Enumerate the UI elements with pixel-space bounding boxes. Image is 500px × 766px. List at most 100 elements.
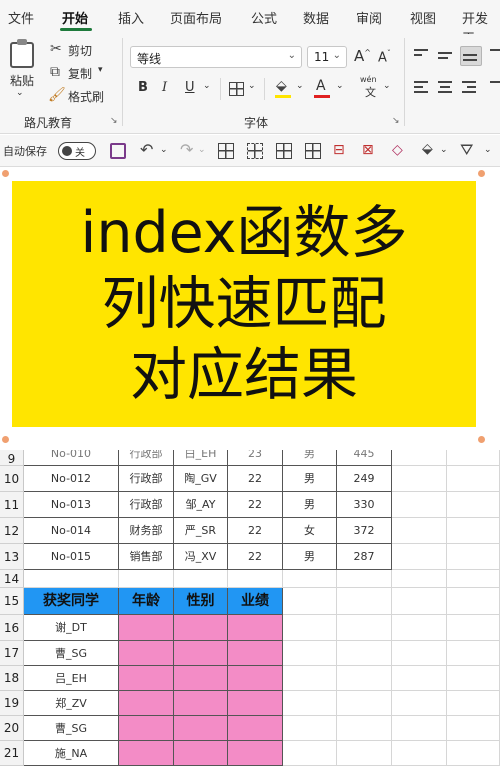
grid-cell[interactable]: [392, 544, 447, 570]
grid-cell[interactable]: 22: [228, 518, 283, 544]
delete-column-icon[interactable]: ⊠: [362, 143, 374, 157]
grid-cell[interactable]: [283, 716, 337, 741]
format-painter-button[interactable]: 格式刷: [68, 88, 104, 105]
award-name-cell[interactable]: 施_NA: [24, 741, 119, 766]
grid-cell[interactable]: [283, 641, 337, 666]
row-header[interactable]: 10: [0, 466, 24, 492]
redo-icon[interactable]: ↷: [180, 142, 193, 158]
bold-button[interactable]: B: [138, 80, 148, 95]
row-header[interactable]: 12: [0, 518, 24, 544]
font-launcher-icon[interactable]: ↘: [392, 116, 400, 126]
tab-data[interactable]: 数据: [303, 8, 329, 27]
award-gender-cell[interactable]: [174, 615, 228, 641]
row-header[interactable]: 14: [0, 570, 24, 588]
grid-cell[interactable]: [447, 666, 500, 691]
grid-cell[interactable]: [337, 741, 392, 766]
fill-color-icon[interactable]: ⬙: [422, 142, 433, 156]
grid-cell[interactable]: 男: [283, 544, 337, 570]
grid-cell[interactable]: [174, 570, 228, 588]
award-gender-cell[interactable]: [174, 741, 228, 766]
award-performance-cell[interactable]: [228, 741, 283, 766]
grid-cell[interactable]: [392, 615, 447, 641]
grid-cell[interactable]: [447, 544, 500, 570]
orientation-icon[interactable]: [488, 46, 500, 66]
row-header[interactable]: 17: [0, 641, 24, 666]
align-top-icon[interactable]: [412, 46, 434, 66]
grid-cell[interactable]: [119, 570, 174, 588]
row-header[interactable]: 15: [0, 588, 24, 615]
fill-color-icon[interactable]: ⬙: [276, 79, 287, 93]
clear-format-icon[interactable]: ◇: [392, 143, 403, 157]
grid-cell[interactable]: [447, 450, 500, 466]
award-name-cell[interactable]: 吕_EH: [24, 666, 119, 691]
grid-cell[interactable]: [392, 716, 447, 741]
font-name-select[interactable]: 等线 ⌄: [130, 46, 302, 68]
grid-cell[interactable]: 372: [337, 518, 392, 544]
grid-cell[interactable]: 287: [337, 544, 392, 570]
copy-button[interactable]: 复制: [68, 65, 92, 82]
grid-cell[interactable]: 女: [283, 518, 337, 544]
grid-cell[interactable]: No-012: [24, 466, 119, 492]
tab-formulas[interactable]: 公式: [251, 8, 277, 27]
tab-review[interactable]: 审阅: [356, 8, 382, 27]
grid-cell[interactable]: [283, 691, 337, 716]
row-header[interactable]: 16: [0, 615, 24, 641]
fill-color-dropdown-icon[interactable]: ⌄: [296, 81, 304, 91]
award-name-cell[interactable]: 谢_DT: [24, 615, 119, 641]
award-age-cell[interactable]: [119, 716, 174, 741]
award-header-performance[interactable]: 业绩: [228, 588, 283, 615]
row-header[interactable]: 18: [0, 666, 24, 691]
award-gender-cell[interactable]: [174, 666, 228, 691]
grid-cell[interactable]: [337, 641, 392, 666]
grid-cell[interactable]: [392, 492, 447, 518]
grid-cell[interactable]: [337, 716, 392, 741]
paste-dropdown-icon[interactable]: ⌄: [16, 88, 24, 98]
tab-view[interactable]: 视图: [410, 8, 436, 27]
grid-cell[interactable]: 男: [283, 492, 337, 518]
grid-cell[interactable]: [392, 518, 447, 544]
award-name-cell[interactable]: 郑_ZV: [24, 691, 119, 716]
grid-cell[interactable]: [337, 666, 392, 691]
insert-row-icon[interactable]: [276, 143, 292, 159]
grid-cell[interactable]: [447, 492, 500, 518]
grid-cell[interactable]: No-015: [24, 544, 119, 570]
award-age-cell[interactable]: [119, 741, 174, 766]
award-performance-cell[interactable]: [228, 641, 283, 666]
grid-cell[interactable]: 邹_AY: [174, 492, 228, 518]
grid-cell[interactable]: [283, 615, 337, 641]
align-right-icon[interactable]: [460, 78, 482, 98]
row-header[interactable]: 9: [0, 450, 24, 466]
grid-cell[interactable]: 249: [337, 466, 392, 492]
grid-cell[interactable]: [447, 691, 500, 716]
grid-cell[interactable]: [392, 641, 447, 666]
align-center-icon[interactable]: [436, 78, 458, 98]
tab-file[interactable]: 文件: [8, 8, 34, 27]
font-color-button[interactable]: A: [316, 78, 326, 94]
copy-dropdown-icon[interactable]: ▾: [98, 65, 103, 75]
grid-cell[interactable]: [392, 666, 447, 691]
grid-cell[interactable]: 行政部: [119, 450, 174, 466]
grid-cell[interactable]: [228, 570, 283, 588]
grid-cell[interactable]: [392, 588, 447, 615]
phonetic-dropdown-icon[interactable]: ⌄: [383, 81, 391, 91]
undo-dropdown-icon[interactable]: ⌄: [160, 145, 168, 155]
award-performance-cell[interactable]: [228, 615, 283, 641]
award-performance-cell[interactable]: [228, 716, 283, 741]
italic-button[interactable]: I: [162, 80, 167, 95]
phonetic-button[interactable]: wén: [360, 75, 377, 84]
delete-row-icon[interactable]: ⊟: [333, 143, 345, 157]
table-borders-icon[interactable]: [218, 143, 234, 159]
award-performance-cell[interactable]: [228, 691, 283, 716]
undo-icon[interactable]: ↶: [140, 142, 153, 158]
row-header[interactable]: 11: [0, 492, 24, 518]
font-color-dropdown-icon[interactable]: ⌄: [336, 81, 344, 91]
underline-button[interactable]: U: [185, 80, 195, 95]
grid-cell[interactable]: 330: [337, 492, 392, 518]
grid-cell[interactable]: 男: [283, 450, 337, 466]
grid-cell[interactable]: 冯_XV: [174, 544, 228, 570]
grid-cell[interactable]: 445: [337, 450, 392, 466]
grid-cell[interactable]: [337, 588, 392, 615]
redo-dropdown-icon[interactable]: ⌄: [198, 145, 206, 155]
save-icon[interactable]: [110, 143, 126, 159]
row-header[interactable]: 21: [0, 741, 24, 766]
